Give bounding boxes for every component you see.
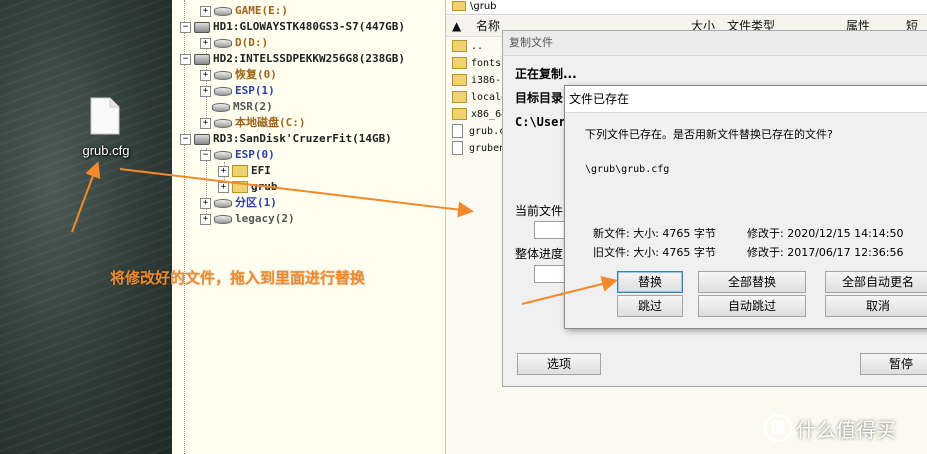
auto-skip-button[interactable]: 自动跳过 [698, 295, 806, 317]
cancel-button[interactable]: 取消 [825, 295, 927, 317]
desktop: grub.cfg [0, 0, 172, 454]
new-file-info: 新文件: 大小: 4765 字节 [593, 227, 716, 240]
file-exists-dialog: 文件已存在 下列文件已存在。是否用新文件替换已存在的文件? \grub\grub… [564, 85, 927, 329]
watermark-logo-icon: 值 [764, 414, 792, 442]
tree-item-esp0[interactable]: − ESP(0) [200, 147, 275, 163]
tree-item-recovery[interactable]: + 恢复(0) [200, 67, 277, 83]
tree-item-partition1[interactable]: + 分区(1) [200, 195, 277, 211]
tree-item-hd1[interactable]: − HD1:GLOWAYSTK480GS3-S7(447GB) [180, 19, 405, 35]
target-label: 目标目录 [515, 91, 564, 105]
list-item[interactable]: .. [452, 38, 483, 55]
replace-button[interactable]: 替换 [617, 271, 683, 293]
tree-item-game[interactable]: + GAME(E:) [200, 3, 288, 19]
annotation-text: 将修改好的文件，拖入到里面进行替换 [110, 269, 366, 287]
partition-tree: + GAME(E:) − HD1:GLOWAYSTK480GS3-S7(447GB)… [172, 0, 446, 454]
col-name[interactable]: 名称 [476, 16, 500, 36]
path-bar: \grub [446, 0, 927, 15]
total-progress-label: 整体进度 [515, 247, 564, 261]
list-item[interactable]: locale [452, 89, 507, 106]
tree-item-rd3[interactable]: − RD3:SanDisk'CruzerFit(14GB) [180, 131, 392, 147]
tree-item-efi[interactable]: + EFI [218, 163, 271, 179]
current-file-label: 当前文件 [515, 204, 564, 218]
file-icon[interactable] [90, 97, 120, 135]
list-item[interactable]: gruben [452, 140, 505, 157]
tree-item-local-c[interactable]: + 本地磁盘(C:) [200, 115, 306, 131]
exists-dialog-title: 文件已存在 [565, 86, 927, 113]
exists-question: 下列文件已存在。是否用新文件替换已存在的文件? [585, 128, 833, 141]
tree-item-d[interactable]: + D(D:) [200, 35, 268, 51]
file-label[interactable]: grub.cfg [66, 143, 146, 158]
sort-up-icon[interactable]: ▲ [452, 16, 461, 36]
exists-file-path: \grub\grub.cfg [585, 164, 670, 175]
folder-icon [452, 1, 466, 11]
skip-button[interactable]: 跳过 [617, 295, 683, 317]
tree-item-legacy[interactable]: + legacy(2) [200, 211, 295, 227]
list-item[interactable]: fonts [452, 55, 501, 72]
watermark-text: 什么值得买 [796, 418, 896, 442]
tree-item-msr[interactable]: MSR(2) [212, 99, 273, 115]
target-path: C:\User [515, 115, 566, 129]
list-item[interactable]: i386-p [452, 72, 507, 89]
replace-all-button[interactable]: 全部替换 [698, 271, 806, 293]
copying-label: 正在复制... [515, 67, 577, 81]
new-file-modified: 修改于: 2020/12/15 14:14:50 [747, 227, 904, 240]
pause-button[interactable]: 暂停 [860, 353, 927, 375]
list-item[interactable]: x86_64 [452, 106, 507, 123]
copy-dialog-title: 复制文件 [503, 31, 927, 56]
tree-item-esp1[interactable]: + ESP(1) [200, 83, 275, 99]
tree-item-grub[interactable]: + grub [218, 179, 278, 195]
options-button[interactable]: 选项 [517, 353, 601, 375]
old-file-info: 旧文件: 大小: 4765 字节 [593, 246, 716, 259]
old-file-modified: 修改于: 2017/06/17 12:36:56 [747, 246, 904, 259]
list-item[interactable]: grub.c [452, 123, 505, 140]
auto-rename-all-button[interactable]: 全部自动更名 [825, 271, 927, 293]
tree-item-hd2[interactable]: − HD2:INTELSSDPEKKW256G8(238GB) [180, 51, 405, 67]
